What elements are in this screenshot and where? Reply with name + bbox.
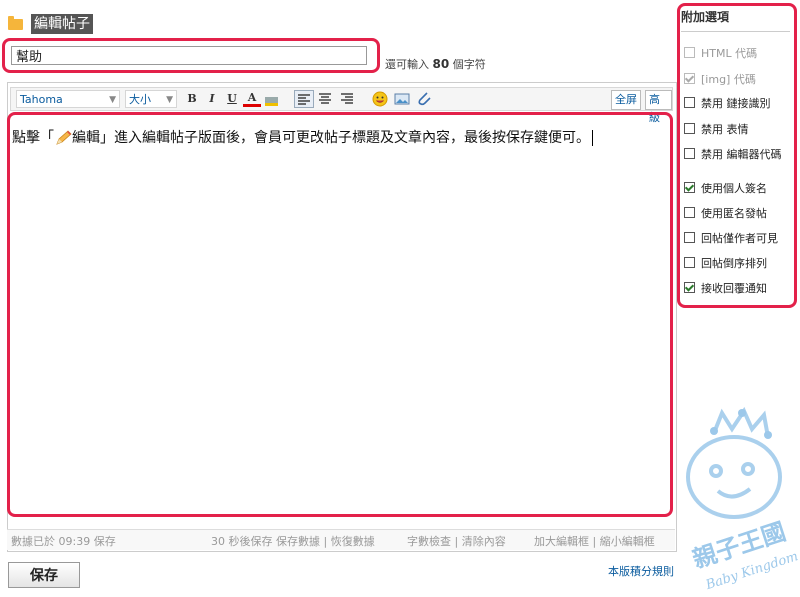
option-checkbox[interactable] [684,123,695,134]
subject-input[interactable] [11,46,367,65]
underline-button[interactable]: U [223,90,241,108]
option-item[interactable]: 回帖倒序排列 [684,257,767,271]
option-item[interactable]: 禁用 鏈接識別 [684,97,771,111]
font-family-label: Tahoma [20,93,63,106]
option-checkbox [684,47,695,58]
smiley-button[interactable] [371,90,391,108]
chevron-down-icon: ▼ [109,95,116,105]
editor-content-text: 點擊「 編輯」進入編輯帖子版面後，會員可更改帖子標題及文章內容，最後按保存鍵便可。 [12,127,593,147]
option-item[interactable]: 使用個人簽名 [684,182,767,196]
remaining-prefix: 還可輸入 [385,58,429,71]
subject-highlight [2,38,380,73]
option-checkbox [684,73,695,84]
option-label: 使用個人簽名 [701,182,767,195]
option-checkbox[interactable] [684,282,695,293]
align-right-icon [341,93,353,104]
chevron-down-icon: ▼ [166,95,173,105]
align-left-icon [298,94,310,105]
resize-actions[interactable]: 加大編輯框 | 縮小編輯框 [534,533,655,549]
option-item: [img] 代碼 [684,73,756,87]
align-center-button[interactable] [316,90,336,108]
autosave-status: 數據已於 09:39 保存 [11,535,116,548]
insert-link-button[interactable] [415,90,435,108]
pencil-icon [56,130,72,145]
option-checkbox[interactable] [684,97,695,108]
fullscreen-button[interactable]: 全屏 [611,90,641,110]
align-right-button[interactable] [338,90,358,108]
content-text-after: 」進入編輯帖子版面後，會員可更改帖子標題及文章內容，最後按保存鍵便可。 [100,130,590,146]
bold-button[interactable]: B [183,90,201,108]
subject-remaining-hint: 還可輸入 80 個字符 [385,56,486,72]
font-size-select[interactable]: 大小 ▼ [125,90,177,108]
content-text-edit: 編輯 [72,130,100,146]
option-label: [img] 代碼 [701,73,756,86]
option-item: HTML 代碼 [684,47,757,61]
wordcount-actions[interactable]: 字數檢查 | 清除內容 [407,533,506,549]
background-color-button[interactable] [263,90,281,108]
attachment-icon [418,92,431,106]
image-icon [394,93,410,105]
option-item[interactable]: 回帖僅作者可見 [684,232,778,246]
align-left-button[interactable] [294,90,314,108]
italic-button[interactable]: I [203,90,221,108]
option-label: 接收回覆通知 [701,282,767,295]
font-color-button[interactable]: A [243,90,261,107]
align-center-icon [319,93,331,104]
smiley-icon [372,91,388,107]
option-label: 回帖僅作者可見 [701,232,778,245]
font-size-label: 大小 [129,93,151,106]
font-family-select[interactable]: Tahoma ▼ [16,90,120,108]
options-divider [681,31,790,32]
folder-icon [8,15,23,30]
option-label: 回帖倒序排列 [701,257,767,270]
option-item[interactable]: 禁用 編輯器代碼 [684,148,782,162]
content-text-before: 點擊「 [12,130,54,146]
baby-kingdom-logo: 親子王國 Baby Kingdom [686,406,800,593]
option-label: 禁用 編輯器代碼 [701,148,782,161]
page-title: 編輯帖子 [31,14,93,34]
remaining-count: 80 [432,57,450,71]
remaining-suffix: 個字符 [452,58,486,71]
editor-statusbar: 數據已於 09:39 保存 30 秒後保存 保存數據 | 恢復數據 字數檢查 |… [7,529,675,550]
page-header: 編輯帖子 [8,13,93,35]
advanced-mode-button[interactable]: 高級 [645,90,672,124]
option-checkbox[interactable] [684,257,695,268]
option-checkbox[interactable] [684,207,695,218]
rules-link[interactable]: 本版積分規則 [608,563,674,579]
option-label: 使用匿名發帖 [701,207,767,220]
insert-image-button[interactable] [393,90,413,108]
option-item[interactable]: 接收回覆通知 [684,282,767,296]
editor-toolbar: Tahoma ▼ 大小 ▼ B I U A 全屏 高級 [10,87,673,124]
option-label: 禁用 表情 [701,123,749,136]
option-checkbox[interactable] [684,232,695,243]
option-label: 禁用 鏈接識別 [701,97,771,110]
highlight-icon [265,97,278,106]
save-button[interactable]: 保存 [8,562,80,588]
text-caret [592,130,593,146]
option-checkbox[interactable] [684,148,695,159]
autosave-actions[interactable]: 30 秒後保存 保存數據 | 恢復數據 [211,533,375,549]
options-title: 附加選項 [681,10,730,24]
option-label: HTML 代碼 [701,47,758,60]
option-checkbox[interactable] [684,182,695,193]
editor-content-area[interactable] [7,112,673,517]
option-item[interactable]: 禁用 表情 [684,123,749,137]
option-item[interactable]: 使用匿名發帖 [684,207,767,221]
